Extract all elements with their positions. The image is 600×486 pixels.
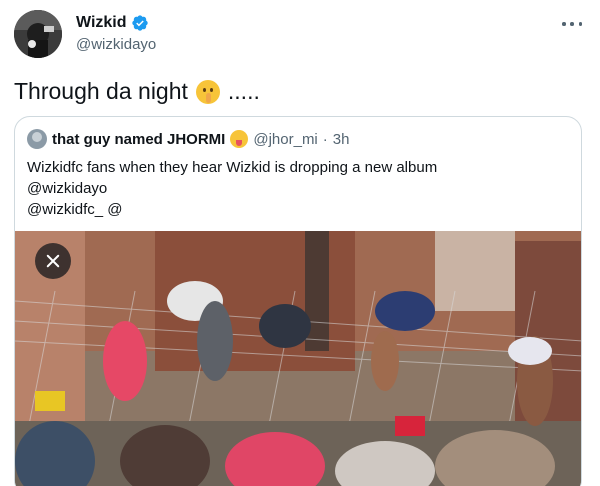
close-media-button[interactable] (35, 243, 71, 279)
author-avatar[interactable] (14, 10, 62, 58)
quote-line: Wizkidfc fans when they hear Wizkid is d… (27, 159, 438, 176)
tweet-text-suffix: ..... (227, 78, 260, 104)
quote-line: @wizkidfc_ @ (27, 201, 123, 218)
author-display-name[interactable]: Wizkid (76, 14, 127, 32)
tweet-text-main: Through da night (14, 78, 188, 104)
quote-author-avatar (27, 129, 47, 149)
quote-author-name: that guy named JHORMI (52, 130, 226, 148)
tweet-text: Through da night ..... (14, 78, 260, 105)
author-handle[interactable]: @wizkidayo (76, 36, 156, 53)
quote-media[interactable] (15, 231, 581, 486)
quote-line: @wizkidayo (27, 180, 108, 197)
close-icon (46, 254, 60, 268)
crowd-climbing-fence-photo (15, 231, 581, 486)
verified-badge-icon (131, 15, 148, 31)
quote-timestamp: 3h (332, 130, 350, 148)
avatar-photo (14, 10, 62, 58)
quote-text: Wizkidfc fans when they hear Wizkid is d… (27, 157, 437, 220)
more-icon[interactable] (562, 14, 582, 34)
tweet[interactable]: Wizkid @wizkidayo Through da night .....… (0, 0, 600, 486)
tongue-face-emoji (230, 130, 249, 148)
quote-author-handle: @jhor_mi (253, 130, 318, 148)
shushing-face-emoji (195, 79, 220, 104)
quote-separator: · (322, 130, 328, 148)
quoted-tweet-card[interactable]: that guy named JHORMI @jhor_mi · 3h Wizk… (14, 116, 582, 486)
